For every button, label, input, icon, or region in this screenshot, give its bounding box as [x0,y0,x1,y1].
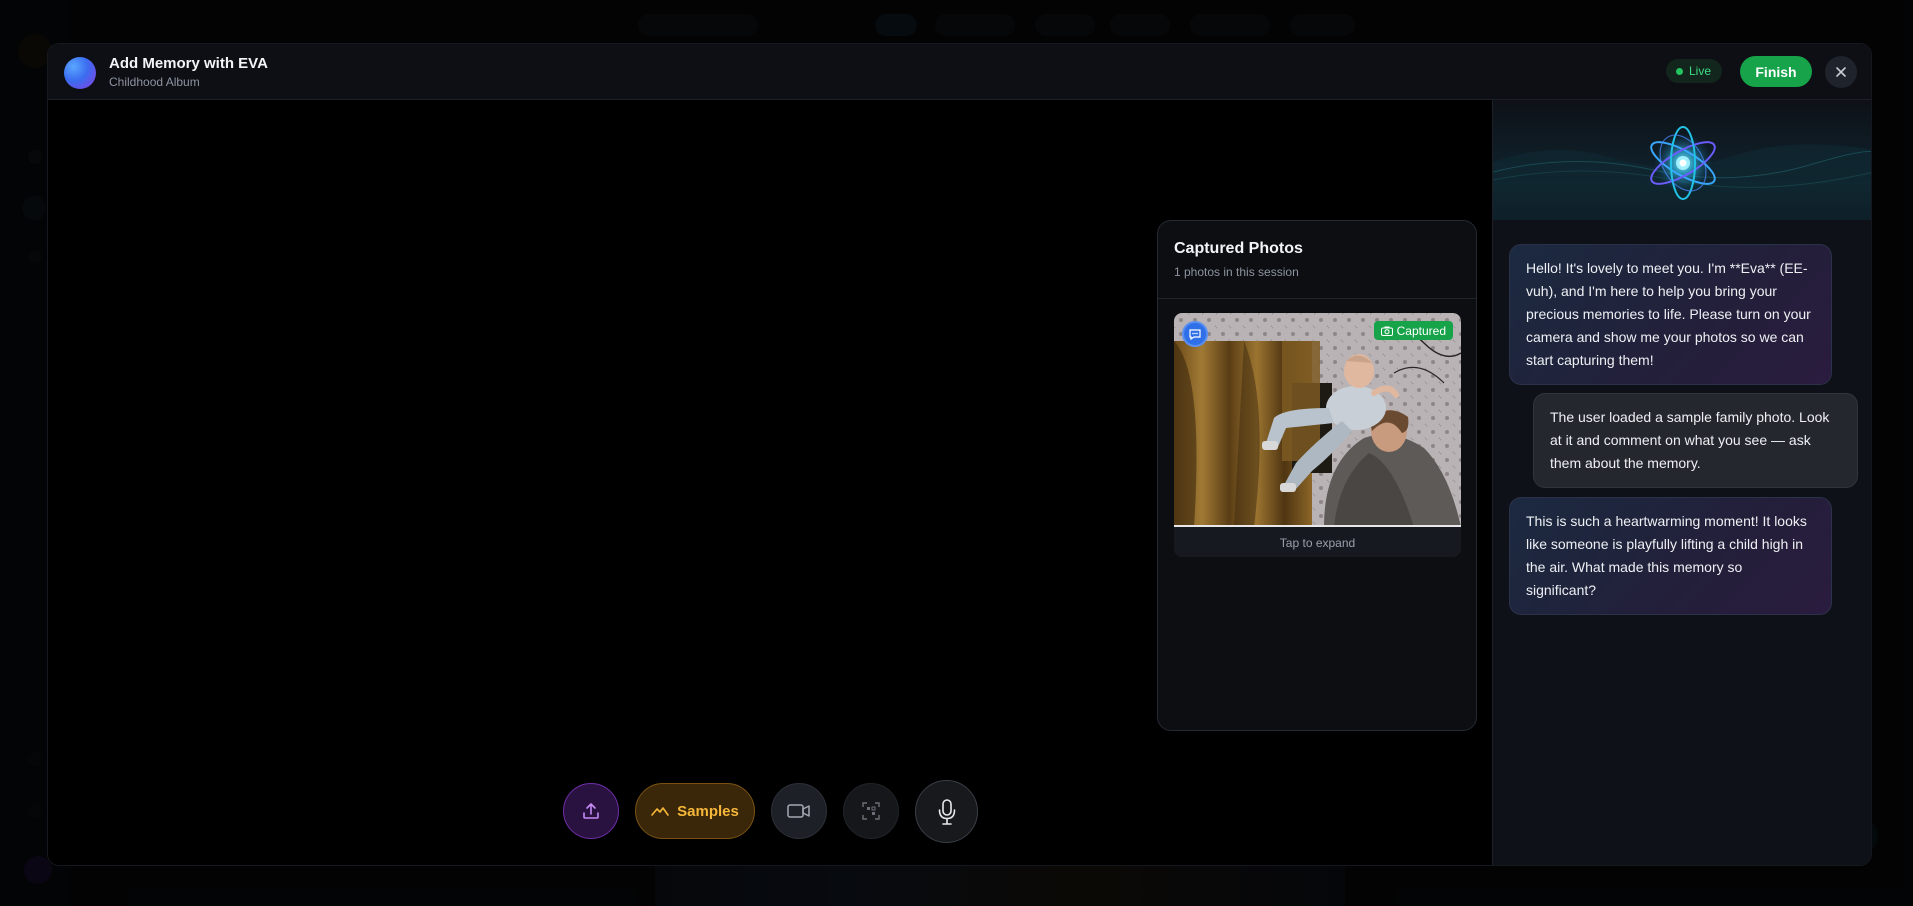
user-message: The user loaded a sample family photo. L… [1533,393,1858,488]
captured-photo-card[interactable]: Captured Tap to expand [1174,313,1461,557]
captured-photos-header: Captured Photos 1 photos in this session [1158,221,1476,299]
live-dot-icon [1676,67,1683,75]
captured-badge: Captured [1373,321,1453,340]
finish-button[interactable]: Finish [1740,56,1812,87]
microphone-icon [938,798,955,825]
image-mountain-icon [651,807,669,816]
eva-message: This is such a heartwarming moment! It l… [1509,497,1832,615]
close-button[interactable] [1825,56,1857,88]
video-camera-icon [787,804,810,818]
upload-icon [583,803,599,819]
eva-chat-panel: Hello! It's lovely to meet you. I'm **Ev… [1492,100,1871,865]
upload-button[interactable] [563,783,619,839]
family-photo-image [1174,313,1461,525]
scan-photo-button[interactable] [843,783,899,839]
eva-orb-icon [1493,126,1871,220]
camera-icon [1380,326,1393,336]
live-label: Live [1689,64,1712,78]
eva-message: Hello! It's lovely to meet you. I'm **Ev… [1509,244,1832,385]
tap-to-expand-hint: Tap to expand [1279,536,1356,550]
live-status-badge: Live [1666,59,1723,83]
samples-button[interactable]: Samples [635,783,755,839]
close-icon [1836,67,1846,77]
modal-header: Add Memory with EVA Childhood Album Live… [48,44,1871,100]
photo-comment-button[interactable] [1182,321,1208,347]
captured-photos-count: 1 photos in this session [1174,265,1299,279]
modal-title: Add Memory with EVA [109,55,268,72]
album-name: Childhood Album [109,75,200,89]
eva-avatar [64,57,96,89]
captured-badge-label: Captured [1396,323,1446,338]
microphone-button[interactable] [915,780,978,843]
captured-photos-panel: Captured Photos 1 photos in this session [1157,220,1477,731]
captured-photos-title: Captured Photos [1174,240,1303,257]
captured-photo-thumbnail: Captured [1174,313,1461,527]
samples-label: Samples [677,802,739,820]
add-memory-modal: Add Memory with EVA Childhood Album Live… [47,43,1872,866]
message-bubble-icon [1189,328,1201,340]
scan-frame-icon [862,802,880,820]
eva-orb-header [1493,100,1871,220]
camera-preview: Captured Photos 1 photos in this session [48,100,1492,865]
camera-toggle-button[interactable] [771,783,827,839]
